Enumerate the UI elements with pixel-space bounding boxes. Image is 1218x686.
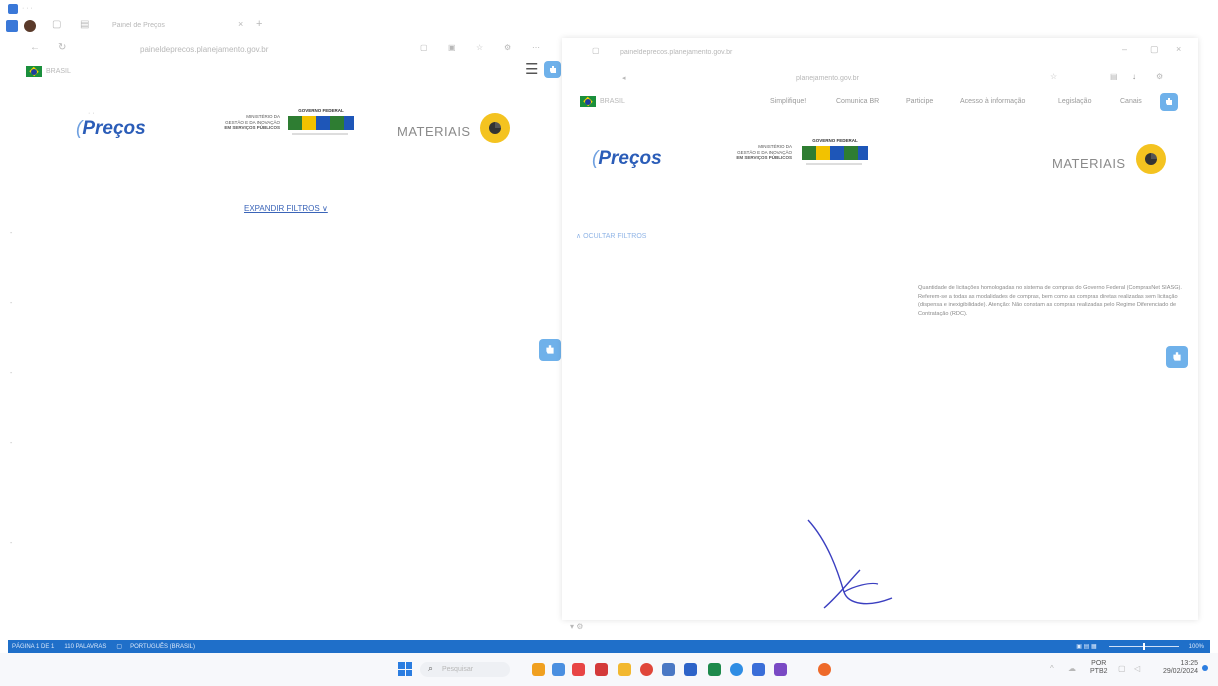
- right-browser-window: ▢ paineldeprecos.planejamento.gov.br – ▢…: [562, 38, 1198, 620]
- download-icon[interactable]: ↓: [1132, 72, 1136, 81]
- view-icons[interactable]: ▣ ▤ ▦: [1076, 643, 1096, 650]
- pdf-reader-icon[interactable]: [572, 663, 585, 676]
- zoom-slider[interactable]: [1108, 643, 1179, 650]
- left-address-bar[interactable]: paineldeprecos.planejamento.gov.br: [140, 45, 268, 54]
- windows-taskbar: ⌕ Pesquisar ^ ☁ POR PTB2 ▢ ◁ 13:25 29/02…: [0, 653, 1218, 686]
- notification-icon[interactable]: [1202, 665, 1208, 671]
- right-governo-federal-logo: GOVERNO FEDERAL: [800, 138, 870, 172]
- acrobat-icon[interactable]: [595, 663, 608, 676]
- app-icon[interactable]: [6, 20, 18, 32]
- close-window-icon[interactable]: ×: [1176, 44, 1181, 54]
- reload-icon[interactable]: ↻: [58, 42, 66, 53]
- ruler-mark: -: [10, 540, 13, 547]
- profile-icon[interactable]: [24, 20, 36, 32]
- left-tab-title[interactable]: Painel de Preços: [112, 22, 232, 29]
- brazil-flag-icon: [26, 66, 42, 77]
- right-tab-icon[interactable]: ▢: [592, 46, 600, 55]
- right-address-bar[interactable]: planejamento.gov.br: [796, 75, 916, 82]
- taskbar-search-placeholder: Pesquisar: [442, 666, 474, 673]
- cloud-icon[interactable]: ☁: [1068, 664, 1076, 673]
- right-tab-title[interactable]: paineldeprecos.planejamento.gov.br: [620, 49, 780, 56]
- teams-icon[interactable]: [774, 663, 787, 676]
- search-icon: ⌕: [428, 663, 434, 673]
- close-tab-icon[interactable]: ×: [238, 19, 243, 29]
- split-icon[interactable]: ▣: [448, 43, 456, 52]
- word-status-bar: PÁGINA 1 DE 1 110 PALAVRAS ▢ PORTUGUÊS (…: [8, 640, 1210, 653]
- app-icon-blue[interactable]: [752, 663, 765, 676]
- handwritten-signature: [807, 519, 893, 609]
- task-view-icon[interactable]: [552, 663, 565, 676]
- accessibility-icon[interactable]: [544, 61, 561, 78]
- accessibility-float-icon-left[interactable]: [539, 339, 561, 361]
- firefox-icon[interactable]: [818, 663, 831, 676]
- clock[interactable]: 13:25 29/02/2024: [1152, 660, 1198, 676]
- word-count[interactable]: 110 PALAVRAS: [64, 644, 106, 650]
- collections-icon[interactable]: ▤: [1110, 72, 1118, 81]
- maximize-icon[interactable]: ▢: [1150, 44, 1159, 55]
- network-icon[interactable]: ▢: [1118, 664, 1126, 673]
- right-pie-chart-icon[interactable]: [1136, 144, 1166, 174]
- taskbar-search[interactable]: ⌕ Pesquisar: [420, 662, 510, 677]
- language-status[interactable]: PORTUGUÊS (BRASIL): [130, 644, 195, 650]
- ministerio-label: MINISTÉRIO DA GESTÃO E DA INOVAÇÃO EM SE…: [224, 114, 280, 130]
- logo-painel-small: · ·: [88, 110, 95, 117]
- right-favorite-icon[interactable]: ☆: [1050, 72, 1057, 81]
- start-icon[interactable]: [398, 662, 412, 676]
- excel-icon[interactable]: [708, 663, 721, 676]
- widgets-icon[interactable]: [532, 663, 545, 676]
- nav-comunica-br[interactable]: Comunica BR: [836, 98, 879, 105]
- minimize-icon[interactable]: –: [1122, 44, 1127, 54]
- nav-simplifique[interactable]: Simplifique!: [770, 98, 806, 105]
- right-materiais-title: MATERIAIS: [1052, 156, 1126, 171]
- right-extensions-icon[interactable]: ⚙: [1156, 72, 1163, 81]
- right-brazil-flag-icon: [580, 96, 596, 107]
- gov-br-label[interactable]: BRASIL: [46, 68, 71, 75]
- store-icon[interactable]: [662, 663, 675, 676]
- ocultar-filtros-link[interactable]: ∧ OCULTAR FILTROS: [576, 232, 646, 240]
- volume-icon[interactable]: ◁: [1134, 664, 1140, 673]
- window-title-faint: · · ·: [22, 5, 33, 12]
- precos-logo[interactable]: (Preços: [76, 118, 146, 140]
- nav-participe[interactable]: Participe: [906, 98, 933, 105]
- settings-gear-icon[interactable]: ▾ ⚙: [570, 622, 583, 631]
- extensions-icon[interactable]: ⚙: [504, 43, 511, 52]
- tab-list-icon[interactable]: ▤: [80, 19, 89, 30]
- tray-chevron-icon[interactable]: ^: [1050, 664, 1054, 673]
- nav-legislacao[interactable]: Legislação: [1058, 98, 1091, 105]
- expandir-filtros-link[interactable]: EXPANDIR FILTROS ∨: [244, 204, 328, 213]
- more-icon[interactable]: ⋯: [532, 43, 540, 52]
- info-text: Quantidade de licitações homologadas no …: [918, 285, 1182, 317]
- proofing-icon[interactable]: ▢: [116, 643, 122, 650]
- governo-federal-logo: GOVERNO FEDERAL: [286, 108, 356, 142]
- file-explorer-icon[interactable]: [618, 663, 631, 676]
- page-count[interactable]: PÁGINA 1 DE 1: [12, 644, 54, 650]
- right-back-icon[interactable]: ◂: [622, 74, 626, 82]
- materiais-title: MATERIAIS: [397, 124, 471, 139]
- favorite-icon[interactable]: ☆: [476, 43, 483, 52]
- keyboard-layout[interactable]: POR PTB2: [1090, 660, 1108, 676]
- ruler-mark: -: [10, 440, 13, 447]
- right-precos-logo[interactable]: (Preços: [592, 148, 662, 170]
- nav-canais[interactable]: Canais: [1120, 98, 1142, 105]
- edge-icon[interactable]: [730, 663, 743, 676]
- right-gov-br-label[interactable]: BRASIL: [600, 98, 625, 105]
- ruler-mark: -: [10, 300, 13, 307]
- chrome-icon[interactable]: [640, 663, 653, 676]
- pie-chart-icon[interactable]: [480, 113, 510, 143]
- ruler-mark: -: [10, 370, 13, 377]
- ruler-mark: -: [10, 230, 13, 237]
- right-ministerio-label: MINISTÉRIO DA GESTÃO E DA INOVAÇÃO EM SE…: [736, 144, 792, 160]
- tab-actions-icon[interactable]: ▢: [52, 19, 61, 30]
- accessibility-float-icon-right[interactable]: [1166, 346, 1188, 368]
- zoom-level[interactable]: 100%: [1189, 644, 1204, 650]
- word-icon[interactable]: [684, 663, 697, 676]
- new-tab-icon[interactable]: +: [256, 18, 262, 30]
- menu-icon[interactable]: ☰: [525, 60, 538, 78]
- word-app-icon[interactable]: [8, 4, 18, 14]
- reader-icon[interactable]: ▢: [420, 43, 428, 52]
- nav-acesso-informacao[interactable]: Acesso à informação: [960, 98, 1025, 105]
- back-icon[interactable]: ←: [30, 42, 40, 53]
- right-accessibility-icon[interactable]: [1160, 93, 1178, 111]
